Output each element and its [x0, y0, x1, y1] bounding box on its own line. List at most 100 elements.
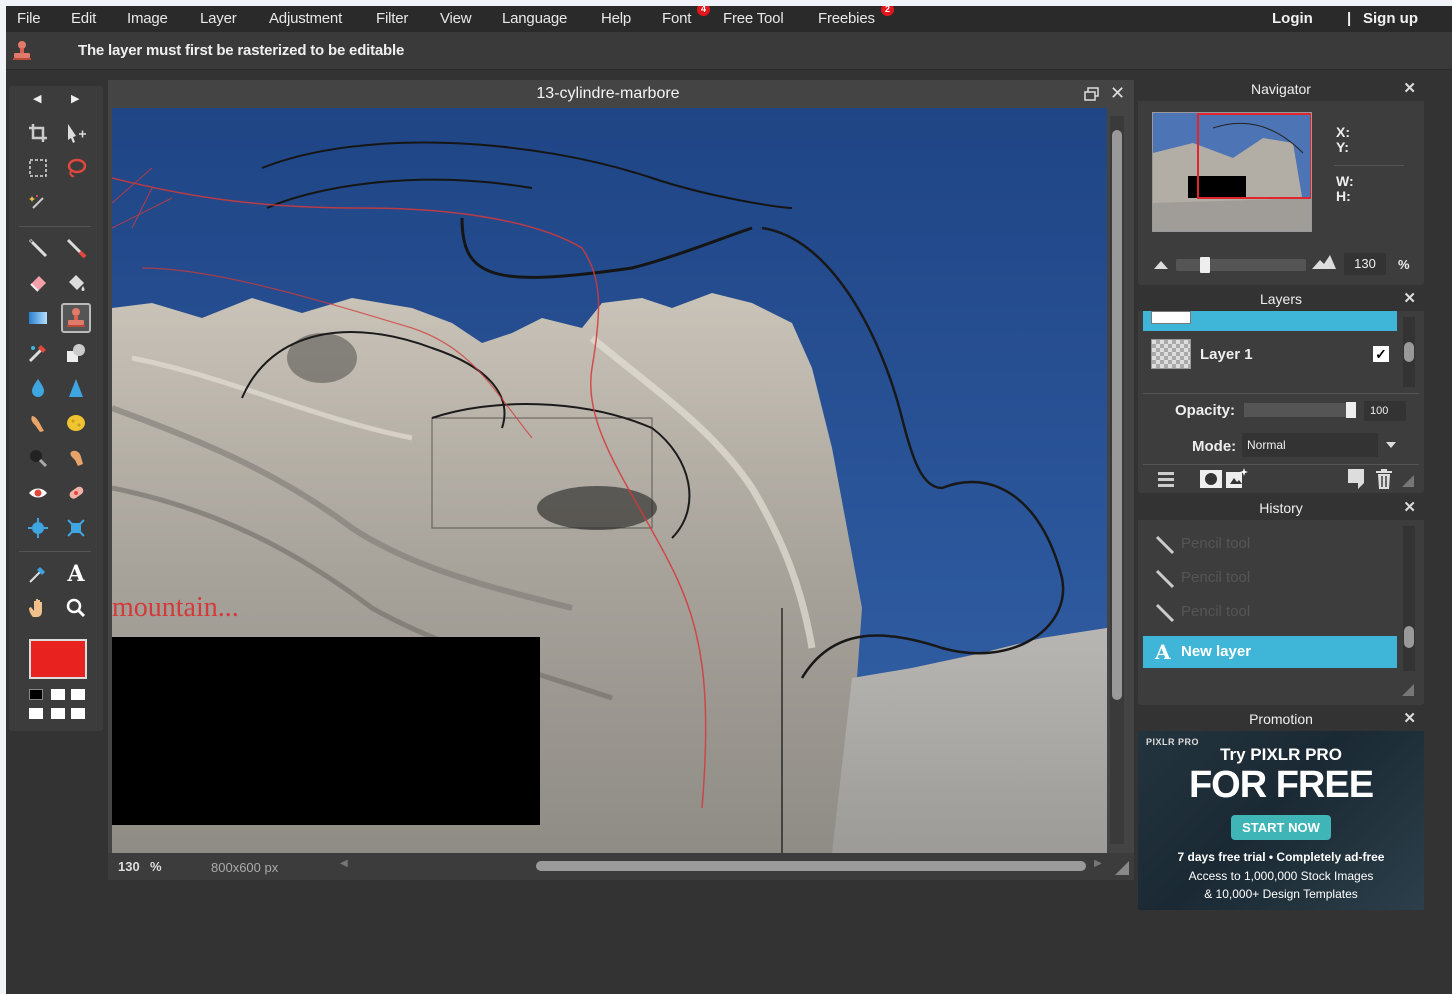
crop-tool-icon[interactable] [23, 118, 53, 148]
move-tool-icon[interactable] [61, 118, 91, 148]
brush-tool-icon[interactable] [61, 233, 91, 263]
menu-edit[interactable]: Edit [71, 10, 96, 27]
history-item[interactable]: Pencil tool [1143, 596, 1397, 628]
menu-help[interactable]: Help [601, 10, 631, 27]
history-item[interactable]: Pencil tool [1143, 528, 1397, 560]
reset-colors-icon[interactable] [29, 689, 43, 700]
menu-image[interactable]: Image [127, 10, 168, 27]
layers-close-icon[interactable]: ✕ [1403, 287, 1416, 311]
magic-wand-icon[interactable] [23, 188, 53, 218]
lasso-tool-icon[interactable] [61, 153, 91, 183]
navigator-close-icon[interactable]: ✕ [1403, 77, 1416, 101]
zoom-tool-icon[interactable] [61, 593, 91, 623]
horizontal-scroll-thumb[interactable] [536, 861, 1086, 871]
promotion-banner[interactable]: PIXLR PRO Try PIXLR PRO FOR FREE START N… [1138, 731, 1424, 910]
color-option-icon[interactable] [71, 689, 85, 700]
history-item-selected[interactable]: A New layer [1143, 636, 1397, 668]
opacity-slider[interactable] [1244, 402, 1356, 418]
zoom-slider-knob[interactable] [1200, 257, 1210, 273]
layer-mask-icon[interactable] [1200, 470, 1222, 488]
promotion-close-icon[interactable]: ✕ [1403, 707, 1416, 731]
blur-tool-icon[interactable] [23, 373, 53, 403]
opacity-slider-knob[interactable] [1346, 402, 1356, 418]
resize-grip-icon[interactable] [1115, 861, 1129, 875]
vertical-scroll-thumb[interactable] [1112, 130, 1122, 700]
screen-mode-icon[interactable] [51, 708, 65, 719]
new-layer-icon[interactable] [1226, 468, 1248, 488]
photo-artwork: mountain... [112, 108, 1107, 853]
smudge-tool-icon[interactable] [23, 408, 53, 438]
zoom-out-icon[interactable] [1154, 259, 1168, 269]
gradient-tool-icon[interactable] [23, 303, 53, 333]
sharpen-tool-icon[interactable] [61, 373, 91, 403]
layer-item-background[interactable] [1143, 311, 1397, 331]
swap-colors-icon[interactable] [51, 689, 65, 700]
menu-layer[interactable]: Layer [200, 10, 237, 27]
scroll-right-icon[interactable]: ▶ [1094, 858, 1102, 869]
menu-view[interactable]: View [440, 10, 472, 27]
type-tool-icon[interactable]: A [61, 559, 91, 589]
history-item[interactable]: Pencil tool [1143, 562, 1397, 594]
opacity-input[interactable]: 100 [1364, 401, 1406, 421]
zoom-value[interactable]: 130 [118, 859, 140, 874]
bloat-tool-icon[interactable] [23, 513, 53, 543]
zoom-input[interactable]: 130 [1344, 253, 1386, 275]
menu-adjustment[interactable]: Adjustment [269, 10, 342, 27]
color-picker-icon[interactable] [23, 559, 53, 589]
menu-freebies[interactable]: Freebies [818, 10, 875, 27]
bucket-tool-icon[interactable] [61, 268, 91, 298]
color-replace-icon[interactable] [23, 338, 53, 368]
layer-settings-icon[interactable] [1158, 470, 1174, 488]
menu-filter[interactable]: Filter [376, 10, 408, 27]
menu-font[interactable]: Font [662, 10, 691, 27]
zoom-slider[interactable] [1176, 257, 1306, 273]
scroll-left-icon[interactable]: ◀ [340, 858, 348, 869]
history-scroll-thumb[interactable] [1404, 626, 1414, 648]
menu-language[interactable]: Language [502, 10, 567, 27]
trash-icon[interactable] [1376, 469, 1392, 489]
layer-1-name[interactable]: Layer 1 [1200, 346, 1253, 363]
resize-grip-icon[interactable] [1402, 475, 1414, 487]
vertical-scrollbar[interactable] [1110, 116, 1124, 844]
arrow-right-icon[interactable]: ▶ [71, 92, 79, 105]
close-window-icon[interactable]: ✕ [1110, 83, 1125, 104]
clone-stamp-tool-icon[interactable] [61, 303, 91, 333]
menu-file[interactable]: File [17, 10, 41, 27]
duplicate-layer-icon[interactable] [1348, 469, 1364, 489]
arrow-left-icon[interactable]: ◀ [33, 92, 41, 105]
image-canvas[interactable]: mountain... [112, 108, 1107, 853]
eraser-tool-icon[interactable] [23, 268, 53, 298]
start-now-button[interactable]: START NOW [1231, 815, 1331, 840]
red-eye-tool-icon[interactable] [23, 478, 53, 508]
history-item-label: Pencil tool [1181, 569, 1251, 586]
spot-heal-icon[interactable] [61, 478, 91, 508]
marquee-tool-icon[interactable] [23, 153, 53, 183]
restore-window-icon[interactable] [1084, 87, 1100, 101]
zoom-in-icon[interactable] [1312, 255, 1336, 269]
layer-visibility-checkbox[interactable]: ✓ [1373, 346, 1389, 362]
signup-link[interactable]: Sign up [1363, 10, 1418, 27]
resize-grip-icon[interactable] [1402, 684, 1414, 696]
layers-scroll-thumb[interactable] [1404, 342, 1414, 362]
layers-scrollbar[interactable] [1403, 317, 1415, 387]
layer-item-layer-1[interactable]: Layer 1 ✓ [1143, 335, 1397, 381]
pencil-tool-icon[interactable] [23, 233, 53, 263]
foreground-color-swatch[interactable] [29, 639, 87, 679]
blend-mode-select[interactable]: Normal [1242, 433, 1378, 457]
shape-tool-icon[interactable] [61, 338, 91, 368]
login-link[interactable]: Login [1272, 10, 1313, 27]
quick-mask-icon[interactable] [29, 708, 43, 719]
pinch-tool-icon[interactable] [61, 513, 91, 543]
chevron-down-icon[interactable] [1386, 442, 1396, 448]
history-close-icon[interactable]: ✕ [1403, 496, 1416, 520]
history-scrollbar[interactable] [1403, 526, 1415, 671]
burn-tool-icon[interactable] [23, 443, 53, 473]
hand-tool-icon[interactable] [23, 593, 53, 623]
menu-free-tool[interactable]: Free Tool [723, 10, 784, 27]
view-mode-icon[interactable] [71, 708, 85, 719]
dodge-tool-icon[interactable] [61, 443, 91, 473]
navigator-thumbnail[interactable] [1152, 112, 1312, 232]
document-title: 13-cylindre-marbore [536, 85, 680, 102]
navigator-view-rect[interactable] [1197, 113, 1311, 199]
sponge-tool-icon[interactable] [61, 408, 91, 438]
